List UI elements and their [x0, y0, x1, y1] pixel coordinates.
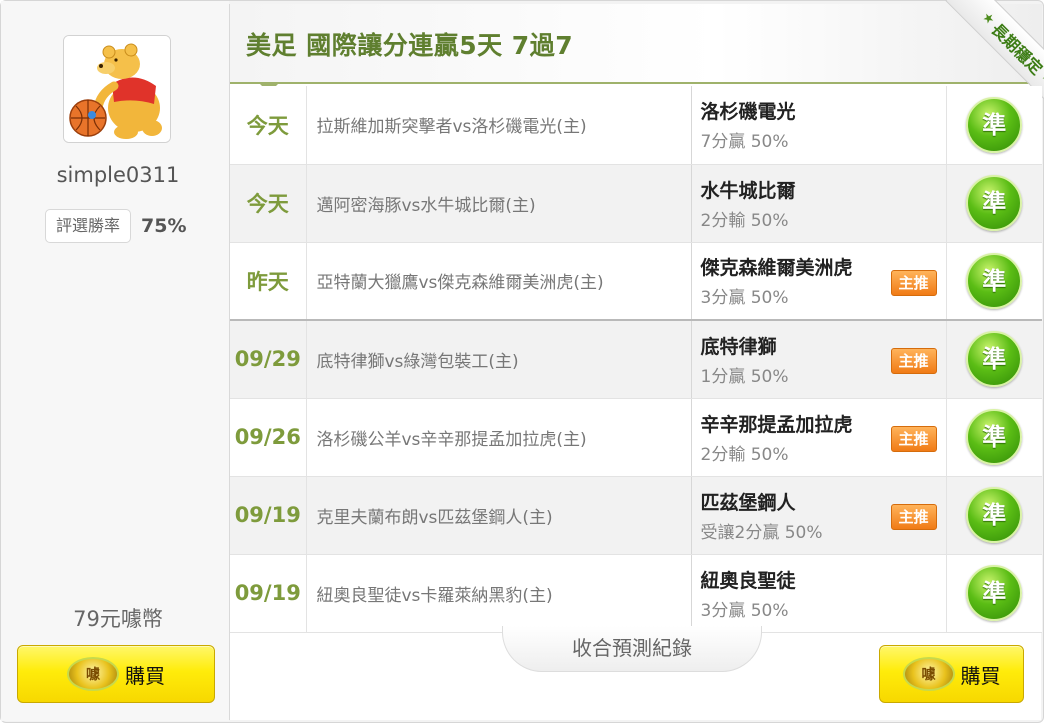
prediction-panel: 美足 國際讓分連贏5天 7過7 ★ 長期穩定 ★ 今天 拉斯維加斯突擊者vs洛杉…: [229, 0, 1044, 720]
table-row: 今天 拉斯維加斯突擊者vs洛杉磯電光(主) 洛杉磯電光 7分贏 50% 準: [230, 86, 1042, 165]
pick-result: 3分贏 50%: [700, 600, 789, 621]
main-pick-badge: 主推: [890, 425, 937, 452]
buy-button-label: 購買: [125, 663, 165, 688]
coin-icon: 噱: [67, 657, 119, 691]
winnie-pooh-icon: [64, 36, 170, 142]
row-match: 亞特蘭大獵鷹vs傑克森維爾美洲虎(主): [306, 242, 692, 321]
long-term-stable-ribbon: ★ 長期穩定 ★: [915, 0, 1044, 100]
correct-mark-icon: 準: [966, 487, 1023, 543]
row-date: 09/19: [230, 476, 307, 555]
table-row: 09/19 克里夫蘭布朗vs匹茲堡鋼人(主) 匹茲堡鋼人 受讓2分贏 50% 主…: [230, 476, 1042, 555]
row-date: 今天: [230, 86, 307, 165]
table-row: 09/26 洛杉磯公羊vs辛辛那提孟加拉虎(主) 辛辛那提孟加拉虎 2分輸 50…: [230, 398, 1042, 477]
row-date: 今天: [230, 164, 307, 243]
main-pick-badge: 主推: [890, 503, 937, 530]
prediction-table: 今天 拉斯維加斯突擊者vs洛杉磯電光(主) 洛杉磯電光 7分贏 50% 準 今天…: [230, 86, 1042, 633]
coin-icon: 噱: [902, 657, 955, 691]
price-label: 79元噱幣: [73, 607, 163, 631]
buy-button-right[interactable]: 噱 購買: [879, 645, 1024, 703]
win-rate-value: 75%: [141, 215, 187, 237]
row-pick: 紐奧良聖徒 3分贏 50%: [691, 554, 947, 633]
win-rate: 評選勝率 75%: [45, 209, 187, 243]
row-match: 克里夫蘭布朗vs匹茲堡鋼人(主): [306, 476, 692, 555]
pick-result: 7分贏 50%: [700, 132, 789, 153]
buy-button-label: 購買: [960, 663, 1001, 688]
win-rate-label: 評選勝率: [45, 209, 132, 243]
correct-mark-icon: 準: [966, 331, 1023, 388]
row-date: 09/19: [230, 554, 307, 633]
row-match: 拉斯維加斯突擊者vs洛杉磯電光(主): [306, 86, 692, 165]
table-row: 09/19 紐奧良聖徒vs卡羅萊納黑豹(主) 紐奧良聖徒 3分贏 50% 準: [230, 554, 1042, 633]
main-pick-badge: 主推: [890, 269, 937, 296]
table-row: 今天 邁阿密海豚vs水牛城比爾(主) 水牛城比爾 2分輸 50% 準: [230, 164, 1042, 243]
main-pick-badge: 主推: [890, 348, 937, 374]
pick-team: 洛杉磯電光: [700, 101, 796, 124]
row-match: 紐奧良聖徒vs卡羅萊納黑豹(主): [306, 554, 692, 633]
table-row: 昨天 亞特蘭大獵鷹vs傑克森維爾美洲虎(主) 傑克森維爾美洲虎 3分贏 50% …: [230, 242, 1042, 321]
pick-result: 2分輸 50%: [700, 210, 789, 231]
pick-team: 水牛城比爾: [700, 179, 796, 202]
table-row: 09/29 底特律獅vs綠灣包裝工(主) 底特律獅 1分贏 50% 主推 準: [230, 319, 1042, 399]
row-match: 底特律獅vs綠灣包裝工(主): [306, 319, 692, 399]
username: simple0311: [56, 163, 180, 187]
user-panel: simple0311 評選勝率 75% 79元噱幣: [1, 1, 229, 721]
correct-mark-icon: 準: [966, 565, 1023, 621]
buy-button-left[interactable]: 噱 購買: [17, 645, 215, 703]
collapse-records-button[interactable]: 收合預測紀錄: [502, 626, 762, 672]
row-pick: 傑克森維爾美洲虎 3分贏 50% 主推: [691, 242, 947, 321]
correct-mark-icon: 準: [966, 252, 1023, 309]
row-match: 邁阿密海豚vs水牛城比爾(主): [306, 164, 692, 243]
user-avatar[interactable]: [63, 35, 171, 143]
correct-mark-icon: 準: [966, 409, 1023, 465]
page-title: 美足 國際讓分連贏5天 7過7: [246, 31, 574, 60]
row-date: 09/29: [230, 319, 307, 399]
ribbon-label: 長期穩定: [987, 19, 1044, 79]
pick-team: 紐奧良聖徒: [700, 569, 796, 592]
row-pick: 匹茲堡鋼人 受讓2分贏 50% 主推: [691, 476, 947, 555]
row-date: 昨天: [230, 242, 307, 321]
correct-mark-icon: 準: [966, 175, 1023, 231]
row-pick: 水牛城比爾 2分輸 50%: [691, 164, 947, 243]
row-pick: 底特律獅 1分贏 50% 主推: [691, 319, 947, 399]
row-pick: 洛杉磯電光 7分贏 50%: [691, 86, 947, 165]
correct-mark-icon: 準: [966, 96, 1023, 153]
row-pick: 辛辛那提孟加拉虎 2分輸 50% 主推: [691, 398, 947, 477]
row-match: 洛杉磯公羊vs辛辛那提孟加拉虎(主): [306, 398, 692, 477]
row-date: 09/26: [230, 398, 307, 477]
